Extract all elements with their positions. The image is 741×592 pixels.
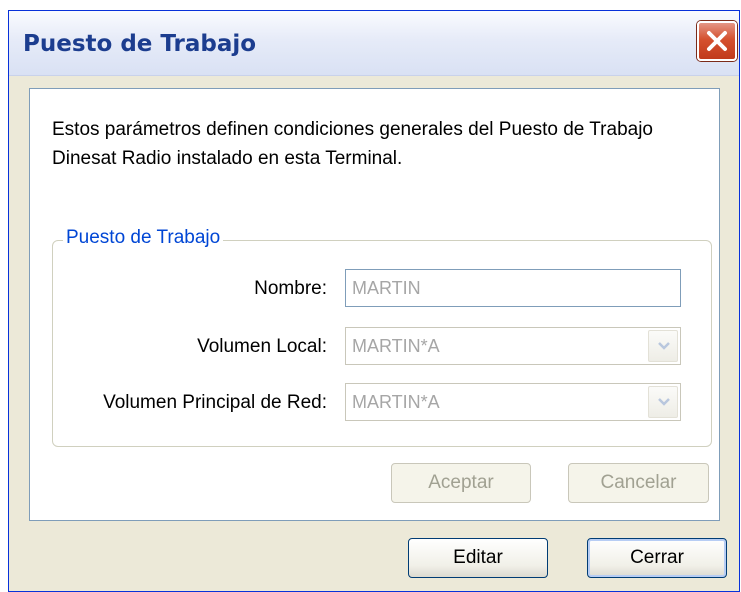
volumen-local-dropdown-button[interactable] <box>648 330 678 362</box>
volumen-principal-select[interactable]: MARTIN*A <box>345 383 681 421</box>
volumen-principal-dropdown-button[interactable] <box>648 386 678 418</box>
nombre-label: Nombre: <box>254 278 327 299</box>
cancelar-button[interactable]: Cancelar <box>568 463 709 503</box>
volumen-local-select[interactable]: MARTIN*A <box>345 327 681 365</box>
cerrar-button[interactable]: Cerrar <box>587 538 727 578</box>
close-icon <box>707 31 727 51</box>
close-button[interactable] <box>697 21 737 61</box>
volumen-principal-value: MARTIN*A <box>352 392 440 412</box>
volumen-principal-label: Volumen Principal de Red: <box>103 392 327 413</box>
title-bar: Puesto de Trabajo <box>9 11 739 76</box>
group-legend: Puesto de Trabajo <box>63 227 224 249</box>
chevron-down-icon <box>658 342 670 350</box>
volumen-local-label: Volumen Local: <box>197 336 327 357</box>
puesto-groupbox: Puesto de Trabajo Nombre: MARTIN Volumen… <box>52 227 712 447</box>
settings-panel: Estos parámetros definen condiciones gen… <box>29 88 720 521</box>
nombre-input[interactable]: MARTIN <box>345 269 681 307</box>
editar-button[interactable]: Editar <box>408 538 548 578</box>
chevron-down-icon <box>658 398 670 406</box>
dialog-title: Puesto de Trabajo <box>23 31 257 57</box>
volumen-local-value: MARTIN*A <box>352 336 440 356</box>
dialog-window: Puesto de Trabajo Estos parámetros defin… <box>8 10 740 592</box>
aceptar-button[interactable]: Aceptar <box>391 463 531 503</box>
description-text: Estos parámetros definen condiciones gen… <box>52 119 653 169</box>
